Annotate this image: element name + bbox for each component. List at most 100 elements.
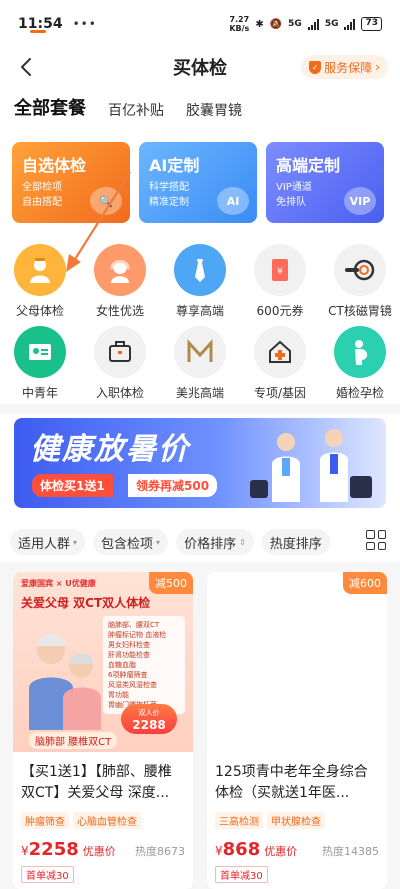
category-genetic[interactable]: 专项/基因 bbox=[240, 326, 320, 402]
first-order-badge: 首单减30 bbox=[21, 866, 74, 883]
banner-buy-one-get-one: 体检买1送1 bbox=[32, 474, 113, 497]
briefcase-icon bbox=[94, 326, 146, 378]
product-tags: 肿瘤筛查 心脑血管检查 bbox=[13, 808, 193, 829]
bluetooth-icon: ✱ bbox=[255, 18, 264, 30]
product-tag: 甲状腺检查 bbox=[267, 812, 325, 829]
category-coupon[interactable]: ¥ 600元券 bbox=[240, 244, 320, 320]
page-title: 买体检 bbox=[173, 58, 227, 79]
product-price: 868 bbox=[222, 839, 261, 860]
product-tag: 肿瘤筛查 bbox=[21, 812, 69, 829]
category-label: 入职体检 bbox=[95, 386, 144, 400]
category-meizhao[interactable]: 美兆高端 bbox=[160, 326, 240, 402]
category-label: 美兆高端 bbox=[175, 386, 224, 400]
vip-badge-icon: VIP bbox=[344, 187, 376, 215]
product-price-row: ¥ 868 优惠价 热度14385 bbox=[207, 829, 387, 860]
grid-view-icon[interactable] bbox=[366, 530, 386, 550]
currency-symbol: ¥ bbox=[215, 844, 223, 858]
chevron-down-icon: ▾ bbox=[156, 537, 161, 547]
popularity: 热度8673 bbox=[135, 845, 185, 858]
notification-dots: ••• bbox=[72, 17, 97, 31]
chevron-right-icon: › bbox=[375, 60, 380, 74]
network-speed-unit: KB/s bbox=[229, 24, 250, 33]
page-header: 买体检 ✓ 服务保障 › bbox=[0, 48, 400, 86]
filter-bar: 适用人群 ▾ 包含检项 ▾ 价格排序 ⇕ 热度排序 bbox=[10, 529, 330, 555]
product-item: 男女妇科检查 bbox=[108, 641, 150, 649]
category-label: 尊享高端 bbox=[175, 304, 224, 318]
service-guarantee-button[interactable]: ✓ 服务保障 › bbox=[301, 55, 388, 79]
product-item: 胃功能 bbox=[108, 691, 129, 699]
status-indicators: 7.27 KB/s ✱ 🔕 5G 5G 73 bbox=[229, 15, 382, 33]
image-price-value: 2288 bbox=[132, 718, 166, 732]
section-divider bbox=[0, 404, 400, 414]
signal-5g-label-1: 5G bbox=[288, 19, 302, 29]
category-premium[interactable]: 尊享高端 bbox=[160, 244, 240, 320]
m-logo-icon bbox=[174, 326, 226, 378]
product-tags: 三高检测 甲状腺检查 bbox=[207, 808, 387, 829]
tab-capsule-endoscopy[interactable]: 胶囊胃镜 bbox=[186, 100, 242, 120]
category-prenatal[interactable]: 婚检孕检 bbox=[320, 326, 400, 402]
premium-custom-card[interactable]: 高端定制 VIP通道 免排队 VIP bbox=[266, 142, 384, 223]
product-item: 6项肿瘤筛查 bbox=[108, 671, 148, 679]
signal-bars-icon-2 bbox=[344, 18, 356, 30]
currency-symbol: ¥ bbox=[21, 844, 29, 858]
product-item: 肝肾功能检查 bbox=[108, 651, 150, 659]
sort-price[interactable]: 价格排序 ⇕ bbox=[176, 529, 254, 555]
section-spacer bbox=[0, 512, 400, 524]
product-tag: 心脑血管检查 bbox=[73, 812, 141, 829]
doctors-illustration bbox=[250, 429, 372, 502]
first-order-badge: 首单减30 bbox=[215, 866, 268, 883]
status-bar: 11:54 ••• 7.27 KB/s ✱ 🔕 5G 5G 73 bbox=[0, 0, 400, 48]
category-label: 女性优选 bbox=[95, 304, 144, 318]
product-card[interactable]: 减600 125项青中老年全身综合体检（买就送1年医... 三高检测 甲状腺检查… bbox=[207, 572, 387, 889]
category-label: 专项/基因 bbox=[253, 386, 307, 400]
category-onboarding[interactable]: 入职体检 bbox=[80, 326, 160, 402]
signal-bars-icon bbox=[307, 18, 319, 30]
filter-audience[interactable]: 适用人群 ▾ bbox=[10, 529, 86, 555]
category-ct-mri[interactable]: CT核磁胃镜 bbox=[320, 244, 400, 320]
product-item: 肿瘤标记物 血液检 bbox=[108, 631, 167, 639]
category-tabs: 全部套餐 百亿补贴 胶囊胃镜 bbox=[14, 94, 242, 120]
card-title: 高端定制 bbox=[276, 156, 341, 175]
filter-label: 价格排序 bbox=[184, 536, 237, 552]
id-card-icon bbox=[14, 326, 66, 378]
product-item-list: 脑肺部、腰双CT 肿瘤标记物 血液检 男女妇科检查 肝肾功能检查 血糖血脂 6项… bbox=[103, 616, 185, 714]
category-young-adults[interactable]: 中青年 bbox=[0, 326, 80, 402]
discount-badge: 减500 bbox=[149, 572, 193, 594]
product-name: 【买1送1】【肺部、腰椎双CT】关爱父母 深度... bbox=[21, 764, 172, 801]
signal-5g-label-2: 5G bbox=[324, 19, 339, 29]
image-price-tag: 双人价 2288 bbox=[121, 704, 177, 734]
ct-scan-icon bbox=[334, 244, 386, 296]
promo-banner[interactable]: 健康放暑价 体检买1送1 领券再减500 bbox=[14, 418, 386, 508]
category-label: 婚检孕检 bbox=[335, 386, 384, 400]
elderly-couple-illustration bbox=[29, 634, 101, 730]
banner-coupon: 领券再减500 bbox=[128, 474, 218, 497]
elder-icon bbox=[14, 244, 66, 296]
chevron-left-icon bbox=[21, 58, 31, 76]
tab-all-packages[interactable]: 全部套餐 bbox=[14, 94, 86, 120]
shield-icon: ✓ bbox=[309, 60, 322, 74]
active-tab-indicator bbox=[30, 30, 46, 33]
back-button[interactable] bbox=[14, 54, 38, 80]
tie-icon bbox=[174, 244, 226, 296]
category-label: 父母体检 bbox=[15, 304, 64, 318]
product-item: 脑肺部、腰双CT bbox=[108, 621, 160, 629]
price-label: 优惠价 bbox=[82, 845, 116, 858]
product-image: 减600 bbox=[207, 572, 387, 752]
filter-label: 适用人群 bbox=[18, 536, 71, 552]
category-label: CT核磁胃镜 bbox=[328, 304, 392, 318]
service-guarantee-label: 服务保障 bbox=[324, 60, 373, 75]
product-brand: 爱康国宾 × U优健康 bbox=[21, 579, 96, 588]
tab-subsidy[interactable]: 百亿补贴 bbox=[108, 100, 164, 120]
filter-items[interactable]: 包含检项 ▾ bbox=[93, 529, 169, 555]
product-price-row: ¥ 2258 优惠价 热度8673 bbox=[13, 829, 193, 860]
network-speed: 7.27 KB/s bbox=[229, 15, 249, 33]
ai-custom-card[interactable]: AI定制 科学搭配 精准定制 AI bbox=[139, 142, 257, 223]
product-item: 血糖血脂 bbox=[108, 661, 136, 669]
discount-badge: 减600 bbox=[343, 572, 387, 594]
battery-icon: 73 bbox=[361, 17, 382, 31]
network-speed-value: 7.27 bbox=[229, 15, 250, 24]
product-card[interactable]: 爱康国宾 × U优健康 减500 关爱父母 双CT双人体检 脑肺部、腰双CT 肿… bbox=[13, 572, 193, 889]
sort-popularity[interactable]: 热度排序 bbox=[261, 529, 330, 555]
pregnant-icon bbox=[334, 326, 386, 378]
annotation-arrow bbox=[66, 171, 131, 272]
